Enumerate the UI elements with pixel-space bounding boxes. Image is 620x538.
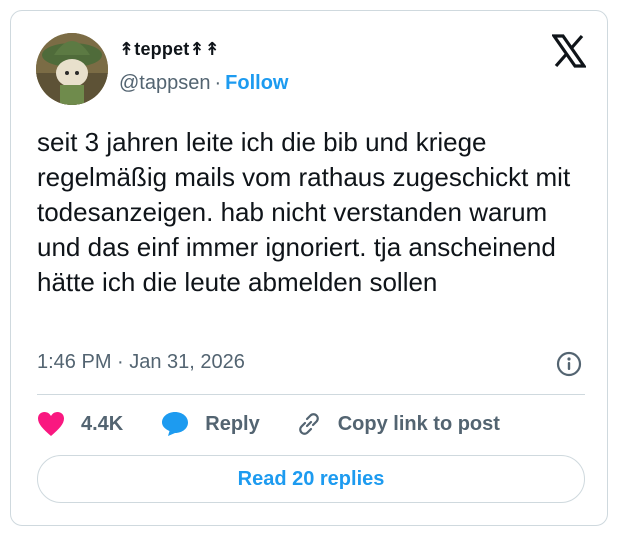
like-button[interactable]: 4.4K	[37, 411, 123, 437]
reply-button[interactable]: Reply	[161, 411, 260, 437]
avatar[interactable]	[36, 33, 108, 105]
action-bar: 4.4K Reply Copy link to post	[37, 409, 500, 439]
like-count: 4.4K	[81, 412, 124, 435]
tweet-timestamp[interactable]: 1:46 PM · Jan 31, 2026	[37, 351, 245, 374]
info-icon[interactable]	[556, 351, 582, 377]
copy-link-button[interactable]: Copy link to post	[296, 411, 500, 437]
handle-row: @tappsen · Follow	[119, 72, 288, 95]
handle[interactable]: @tappsen	[119, 72, 210, 94]
speech-bubble-icon	[162, 412, 189, 436]
divider	[37, 394, 585, 395]
tweet-text: seit 3 jahren leite ich die bib und krie…	[37, 127, 571, 297]
x-logo-icon[interactable]	[550, 34, 588, 68]
tweet-card: ↟teppet↟↟ @tappsen · Follow seit 3 jahren …	[10, 10, 608, 526]
avatar-image	[36, 33, 108, 105]
follow-button[interactable]: Follow	[225, 72, 288, 94]
separator-dot: ·	[214, 72, 222, 94]
read-replies-button[interactable]: Read 20 replies	[37, 455, 585, 503]
copy-link-label: Copy link to post	[337, 412, 500, 435]
link-icon	[298, 413, 319, 435]
display-name[interactable]: ↟teppet↟↟	[119, 39, 220, 60]
reply-label: Reply	[205, 412, 260, 435]
heart-icon	[38, 412, 64, 436]
